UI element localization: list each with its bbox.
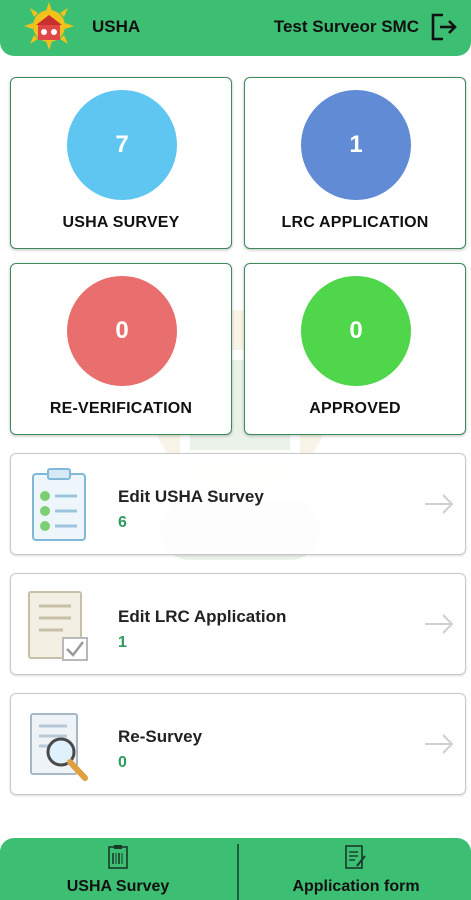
re-survey-card[interactable]: Re-Survey 0 <box>10 693 466 795</box>
stat-card-usha-survey[interactable]: 7 USHA SURVEY <box>10 77 232 249</box>
clipboard-checklist-icon <box>32 468 86 541</box>
stat-count: 0 <box>67 276 177 386</box>
document-check-icon <box>28 591 88 661</box>
stat-label: USHA SURVEY <box>62 214 180 231</box>
stat-card-lrc-application[interactable]: 1 LRC APPLICATION <box>244 77 466 249</box>
arrow-right-icon <box>425 734 454 754</box>
action-title: Edit USHA Survey <box>118 487 264 506</box>
action-count: 0 <box>118 754 127 771</box>
nav-usha-survey[interactable]: USHA Survey <box>0 838 236 900</box>
stat-card-re-verification[interactable]: 0 RE-VERIFICATION <box>10 263 232 435</box>
stat-count: 7 <box>67 90 177 200</box>
stat-label: LRC APPLICATION <box>281 214 429 231</box>
nav-label: USHA Survey <box>66 878 170 895</box>
stat-label: APPROVED <box>309 400 401 417</box>
action-title: Edit LRC Application <box>118 607 287 626</box>
document-search-icon <box>30 713 88 781</box>
user-name: Test Surveor SMC <box>273 17 419 36</box>
action-count: 6 <box>118 514 127 531</box>
survey-form-icon <box>108 845 128 869</box>
edit-usha-survey-card[interactable]: Edit USHA Survey 6 <box>10 453 466 555</box>
nav-label: Application form <box>292 878 420 895</box>
nav-application-form[interactable]: Application form <box>238 838 471 900</box>
stat-label: RE-VERIFICATION <box>49 400 193 417</box>
action-count: 1 <box>118 634 127 651</box>
action-title: Re-Survey <box>118 727 203 746</box>
stat-count: 1 <box>301 90 411 200</box>
app-title: USHA <box>92 17 141 36</box>
app-header: USHA Test Surveor SMC <box>0 0 471 56</box>
logout-icon[interactable] <box>429 12 457 42</box>
edit-lrc-application-card[interactable]: Edit LRC Application 1 <box>10 573 466 675</box>
usha-logo <box>24 2 74 50</box>
arrow-right-icon <box>425 614 454 634</box>
stat-card-approved[interactable]: 0 APPROVED <box>244 263 466 435</box>
stat-count: 0 <box>301 276 411 386</box>
bottom-nav: USHA Survey Application form <box>0 838 471 900</box>
application-form-icon <box>345 845 366 869</box>
arrow-right-icon <box>425 494 454 514</box>
